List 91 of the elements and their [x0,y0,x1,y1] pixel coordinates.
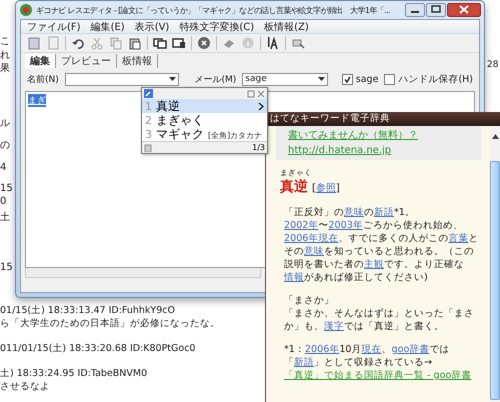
candidate-number: 3 [145,128,152,142]
mail-label: メール(M) [194,74,236,86]
candidate-number: 1 [145,100,152,114]
tab[interactable]: 板情報 [117,54,158,68]
dropdown-arrow-icon [168,77,176,81]
candidate-text: まぎゃく [156,113,204,127]
paragraph-text: 「正反対」の意味の新語*1。 [284,206,416,219]
link[interactable]: 一覧 - goo辞書 [404,370,472,381]
link[interactable]: 「真逆」で始まる国語辞典 [284,370,404,381]
scroll-up-icon[interactable] [492,134,498,139]
candidate-item[interactable]: 2 まぎゃく [142,113,267,127]
maximize-button[interactable] [426,3,446,17]
text-fragment: 土 [0,212,10,224]
pen-icon[interactable] [144,89,153,98]
text-fragment: 28 [487,60,498,70]
paragraph-text: 2002年〜2003年ごろから使われ始め、 2006年現在、すでに多くの人がこの言葉 とその意味 を知っていると思われる。（この説明を書いた者の主観です。より正確な 情報があれば修正してください) [284,219,480,284]
paste-icon[interactable] [128,36,142,50]
page-count: 1/3 [252,143,265,152]
reference-text: [参照] [312,182,340,195]
menu-item[interactable]: 板情報(Z) [264,20,309,34]
scrollbar-thumb[interactable] [490,161,500,400]
restore-icon[interactable] [247,90,255,98]
post-header: 011/01/15(土) 18:33:20.68 ID:K80PtGoc0 [0,342,196,355]
minimize-button[interactable] [405,3,425,17]
text-fragment: 15 [0,262,13,274]
menu-item[interactable]: 特殊文字変換(C) [179,20,254,34]
close-icon[interactable] [257,90,265,98]
link[interactable]: 現在 [362,344,382,355]
link[interactable]: http://d.hatena.ne.jp [288,145,475,156]
menu-item[interactable]: 編集(E) [90,20,125,34]
tab[interactable]: 編集 [25,54,56,68]
candidate-text: マギャク [156,127,204,141]
link[interactable]: 意味 [344,207,364,218]
link[interactable]: 漢字 [324,321,344,332]
paragraph-text: 「まさか」 [284,294,335,307]
text-fragment: こ [0,36,10,48]
window-title: ギコナビ レスエディタ - [論文に「っていうか」「マギャク」などの話し言葉や絵文字が頻出 大学1年「... [36,4,391,16]
link[interactable]: 2006年 [304,344,340,355]
menu-item[interactable]: ファイル(F) [27,20,81,34]
composition-text: まぎ [28,94,46,107]
menu-item[interactable]: 表示(V) [134,20,170,34]
link[interactable]: 意味 [304,246,324,257]
candidate-text: 真逆 [156,99,180,113]
link[interactable]: 2006年現在 [284,233,338,244]
post-text: させるなよ [0,380,51,393]
text-fragment: ル [0,118,10,130]
window-icon[interactable] [172,36,186,50]
mail-field[interactable]: sage [242,72,328,86]
link[interactable]: 2003年 [328,220,363,231]
chevron-right-icon [258,102,264,111]
text-fragment: 4 [0,162,6,174]
post-header: 01/15(土) 18:33:13.47 ID:FuhhkY9cO [0,304,176,317]
name-field[interactable] [64,72,178,86]
link[interactable]: 2002年 [284,220,318,231]
link[interactable]: 主観 [364,259,384,270]
headword: 真逆 [280,178,308,196]
horizontal-scrollbar[interactable] [25,268,261,278]
candidate-note: [全角]カタカナ [208,130,262,142]
link[interactable]: 新語 [294,357,314,368]
text-fragment: 0 [0,196,6,208]
dropdown-arrow-icon [318,77,325,81]
link[interactable]: 参照 [316,183,336,194]
text-fragment: 15 [0,183,13,195]
checkmark-icon [344,76,351,82]
scrollbar[interactable] [489,126,500,402]
app-icon [19,3,33,17]
text-fragment: れ [0,50,10,62]
candidate-item[interactable]: 3 マギャク [全角]カタカナ [142,127,267,141]
candidate-number: 2 [145,114,152,128]
text-fragment: 果 [0,63,10,75]
link[interactable]: 言葉 [448,233,468,244]
post-header: 土) 18:33:24.95 ID:TabeBNVM0 [0,367,148,380]
popup-title: はてなキーワード電子辞典 [266,112,500,126]
link[interactable]: 情報 [284,272,304,283]
checkbox[interactable]: sage [342,74,378,84]
close-button[interactable] [447,3,481,17]
paragraph-text: *1：2006年10月 現在、goo辞書では「新語」として収録されている→ 「真逆」で始まる国語辞典一覧 - goo辞書 [284,343,472,382]
font-size-icon[interactable] [266,36,280,50]
name-label: 名前(N) [27,74,59,86]
checkbox[interactable]: ハンドル保存(H) [384,72,473,86]
link[interactable]: 新語 [374,207,394,218]
tab[interactable]: プレビュー [56,54,117,68]
post-text: ら「大学生のための日本語」が必修になったな。 [0,317,220,330]
paragraph-text: 「まさか、そんなはずは」といった「まさか」も、漢字では「真逆」と書く。 [284,307,475,333]
document-icon[interactable] [27,36,41,50]
text-fragment: の [0,140,10,152]
link[interactable]: goo辞書 [392,344,430,355]
stop-icon[interactable] [197,36,211,50]
link[interactable]: 書いてみませんか（無料）？ [288,128,475,142]
candidate-item[interactable]: 1 真逆 [142,99,267,113]
window-icon[interactable] [153,36,167,50]
